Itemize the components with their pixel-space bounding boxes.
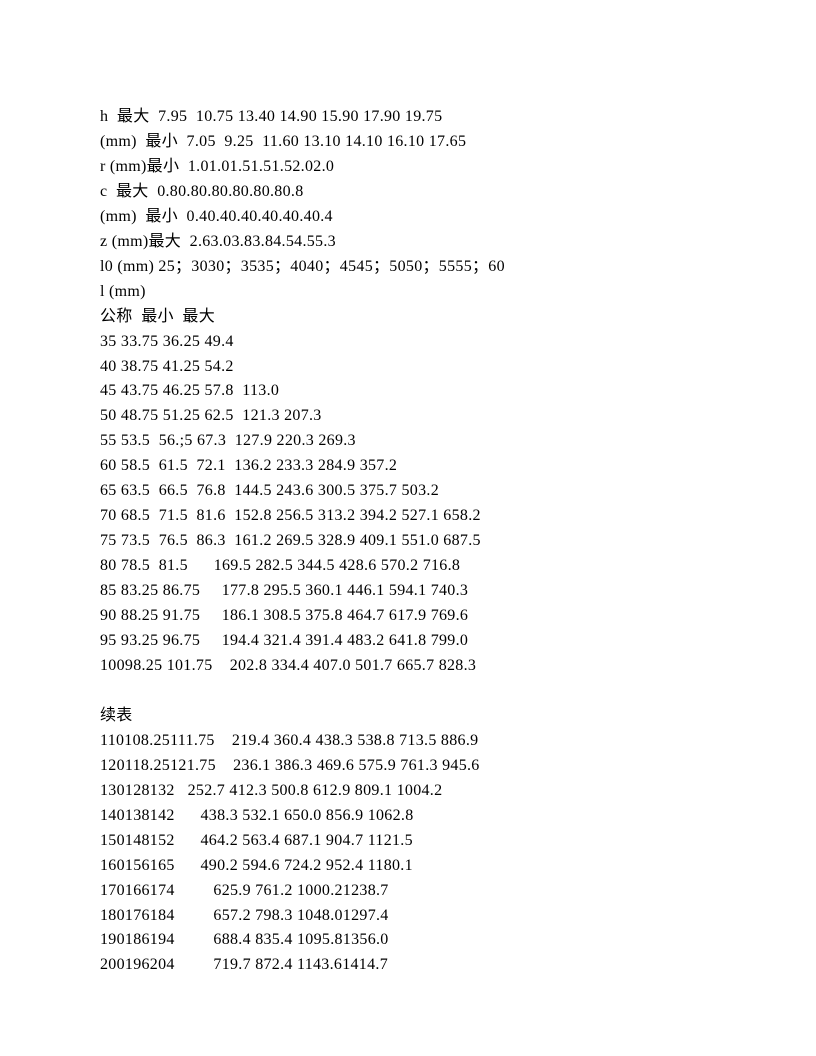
text-line: 170166174 625.9 761.2 1000.21238.7 bbox=[100, 879, 736, 904]
text-line: 85 83.25 86.75 177.8 295.5 360.1 446.1 5… bbox=[100, 579, 736, 604]
document-page: h 最大 7.95 10.75 13.40 14.90 15.90 17.90 … bbox=[0, 0, 816, 1018]
text-line: 80 78.5 81.5 169.5 282.5 344.5 428.6 570… bbox=[100, 554, 736, 579]
text-line: 180176184 657.2 798.3 1048.01297.4 bbox=[100, 904, 736, 929]
text-line: 200196204 719.7 872.4 1143.61414.7 bbox=[100, 953, 736, 978]
text-line: 35 33.75 36.25 49.4 bbox=[100, 330, 736, 355]
text-line: 60 58.5 61.5 72.1 136.2 233.3 284.9 357.… bbox=[100, 454, 736, 479]
text-line: 110108.25111.75 219.4 360.4 438.3 538.8 … bbox=[100, 729, 736, 754]
text-line: 70 68.5 71.5 81.6 152.8 256.5 313.2 394.… bbox=[100, 504, 736, 529]
text-line: 40 38.75 41.25 54.2 bbox=[100, 355, 736, 380]
blank-line bbox=[100, 679, 736, 704]
text-line: 90 88.25 91.75 186.1 308.5 375.8 464.7 6… bbox=[100, 604, 736, 629]
text-line: 120118.25121.75 236.1 386.3 469.6 575.9 … bbox=[100, 754, 736, 779]
text-line: 10098.25 101.75 202.8 334.4 407.0 501.7 … bbox=[100, 654, 736, 679]
text-line: 公称 最小 最大 bbox=[100, 305, 736, 330]
text-line: r (mm)最小 1.01.01.51.51.52.02.0 bbox=[100, 155, 736, 180]
text-line: (mm) 最小 0.40.40.40.40.40.40.4 bbox=[100, 205, 736, 230]
text-line: 160156165 490.2 594.6 724.2 952.4 1180.1 bbox=[100, 854, 736, 879]
text-line: 140138142 438.3 532.1 650.0 856.9 1062.8 bbox=[100, 804, 736, 829]
text-line: h 最大 7.95 10.75 13.40 14.90 15.90 17.90 … bbox=[100, 105, 736, 130]
text-line: 55 53.5 56.;5 67.3 127.9 220.3 269.3 bbox=[100, 429, 736, 454]
text-line: 45 43.75 46.25 57.8 113.0 bbox=[100, 379, 736, 404]
text-line: 190186194 688.4 835.4 1095.81356.0 bbox=[100, 928, 736, 953]
text-line: 75 73.5 76.5 86.3 161.2 269.5 328.9 409.… bbox=[100, 529, 736, 554]
text-line: 续表 bbox=[100, 704, 736, 729]
text-line: 95 93.25 96.75 194.4 321.4 391.4 483.2 6… bbox=[100, 629, 736, 654]
text-line: 150148152 464.2 563.4 687.1 904.7 1121.5 bbox=[100, 829, 736, 854]
text-line: l (mm) bbox=[100, 280, 736, 305]
text-line: 50 48.75 51.25 62.5 121.3 207.3 bbox=[100, 404, 736, 429]
text-line: 65 63.5 66.5 76.8 144.5 243.6 300.5 375.… bbox=[100, 479, 736, 504]
text-line: l0 (mm) 25；3030；3535；4040；4545；5050；5555… bbox=[100, 255, 736, 280]
text-line: (mm) 最小 7.05 9.25 11.60 13.10 14.10 16.1… bbox=[100, 130, 736, 155]
text-line: z (mm)最大 2.63.03.83.84.54.55.3 bbox=[100, 230, 736, 255]
text-line: 130128132 252.7 412.3 500.8 612.9 809.1 … bbox=[100, 779, 736, 804]
text-line: c 最大 0.80.80.80.80.80.80.8 bbox=[100, 180, 736, 205]
